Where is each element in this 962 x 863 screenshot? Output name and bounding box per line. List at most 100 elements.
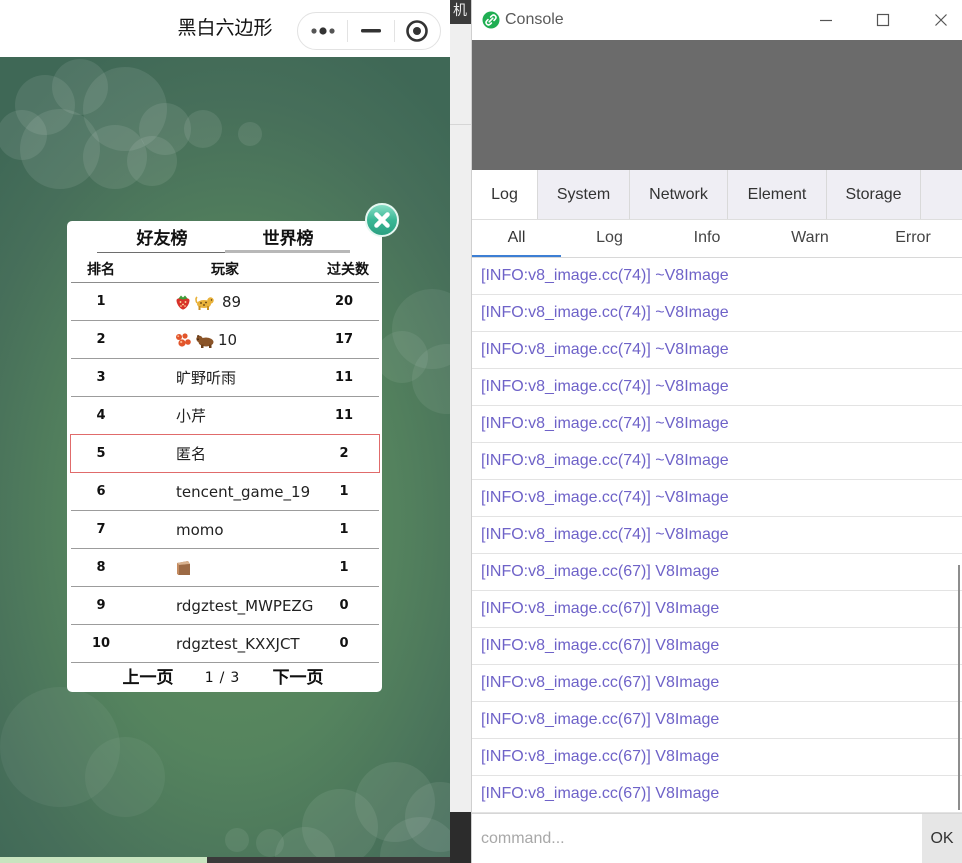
leaderboard-row: 6 tencent_game_19 1 bbox=[71, 473, 379, 511]
player-cell: 旷野听雨 bbox=[174, 359, 236, 396]
game-titlebar: 黑白六边形 bbox=[0, 0, 450, 57]
log-filter-log[interactable]: Log bbox=[561, 220, 658, 257]
leaderboard-header: 排名 玩家 过关数 bbox=[67, 258, 382, 282]
prev-page-button[interactable]: 上一页 bbox=[103, 663, 193, 693]
score-cell: 1 bbox=[339, 484, 349, 499]
window-maximize-icon[interactable] bbox=[876, 13, 890, 27]
leaderboard-row: 3 旷野听雨 11 bbox=[71, 359, 379, 397]
log-list[interactable]: [INFO:v8_image.cc(74)] ~V8Image [INFO:v8_… bbox=[472, 258, 962, 813]
link-icon bbox=[482, 11, 500, 29]
cloud-right bbox=[376, 289, 450, 414]
log-filter-info[interactable]: Info bbox=[658, 220, 756, 257]
page-indicator: 1 / 3 bbox=[182, 663, 262, 693]
player-cell: rdgztest_KXXJCT bbox=[174, 625, 300, 662]
log-entry: [INFO:v8_image.cc(67)] V8Image bbox=[472, 739, 962, 776]
console-title: Console bbox=[505, 11, 564, 28]
tab-world-ranking[interactable]: 世界榜 bbox=[225, 227, 351, 251]
window-minimize-icon[interactable] bbox=[819, 13, 833, 27]
minimize-icon bbox=[360, 29, 381, 33]
bear-icon bbox=[196, 334, 214, 348]
cloud-bottom-left bbox=[0, 687, 165, 817]
leaderboard-row: 81 bbox=[71, 549, 379, 587]
log-entry: [INFO:v8_image.cc(67)] V8Image bbox=[472, 591, 962, 628]
header-player: 玩家 bbox=[211, 262, 239, 278]
player-cell: rdgztest_MWPEZG bbox=[174, 587, 313, 624]
command-input[interactable] bbox=[472, 814, 922, 863]
player-cell: 89 bbox=[174, 283, 241, 320]
score-cell: 0 bbox=[339, 636, 349, 651]
page-separator: / bbox=[219, 670, 225, 686]
log-entry: [INFO:v8_image.cc(74)] ~V8Image bbox=[472, 369, 962, 406]
header-rank: 排名 bbox=[87, 262, 115, 278]
leaderboard-row: 7 momo 1 bbox=[71, 511, 379, 549]
rank-cell: 1 bbox=[96, 294, 106, 309]
taskbar-strip-left bbox=[0, 857, 207, 863]
log-entry: [INFO:v8_image.cc(67)] V8Image bbox=[472, 554, 962, 591]
rank-cell: 6 bbox=[96, 484, 106, 499]
console-tab-network[interactable]: Network bbox=[630, 170, 728, 219]
window-close-icon[interactable] bbox=[934, 13, 948, 27]
leaderboard-row: 9 rdgztest_MWPEZG 0 bbox=[71, 587, 379, 625]
background-window-divider bbox=[450, 124, 471, 125]
rank-cell: 7 bbox=[96, 522, 106, 537]
more-button[interactable] bbox=[298, 13, 347, 49]
berries-icon bbox=[176, 332, 191, 347]
console-tab-element[interactable]: Element bbox=[728, 170, 827, 219]
score-cell: 11 bbox=[334, 408, 354, 423]
player-cell: 小芹 bbox=[174, 397, 206, 434]
pagination: 上一页 1 / 3 下一页 bbox=[67, 663, 382, 693]
taskbar-strip-right bbox=[207, 857, 450, 863]
rank-cell: 5 bbox=[96, 446, 106, 461]
log-entry: [INFO:v8_image.cc(74)] ~V8Image bbox=[472, 517, 962, 554]
console-tab-storage[interactable]: Storage bbox=[827, 170, 921, 219]
log-entry: [INFO:v8_image.cc(74)] ~V8Image bbox=[472, 406, 962, 443]
more-dots-icon bbox=[311, 27, 335, 35]
capsule-menu bbox=[297, 12, 441, 50]
leaderboard-row: 4 小芹 11 bbox=[71, 397, 379, 435]
log-filter-error[interactable]: Error bbox=[864, 220, 962, 257]
rank-cell: 2 bbox=[96, 332, 106, 347]
tab-friends-ranking[interactable]: 好友榜 bbox=[99, 227, 225, 251]
background-window: 机 bbox=[450, 0, 471, 863]
console-tab-log[interactable]: Log bbox=[472, 170, 538, 219]
player-cell: 10 bbox=[174, 321, 237, 358]
next-page-button[interactable]: 下一页 bbox=[253, 663, 343, 693]
log-filter-all[interactable]: All bbox=[472, 220, 561, 257]
background-window-title-fragment: 机 bbox=[453, 3, 467, 19]
leaderboard-dialog: 好友榜 世界榜 排名 玩家 过关数 1 89 20 2 10 17 3 旷野听雨 11 4 小芹 11… bbox=[67, 221, 382, 692]
command-ok-button[interactable]: OK bbox=[922, 814, 962, 863]
strawberry-icon bbox=[174, 293, 192, 311]
log-scrollbar[interactable] bbox=[958, 565, 960, 810]
player-cell: momo bbox=[174, 511, 224, 548]
player-name: rdgztest_MWPEZG bbox=[176, 596, 314, 615]
console-tab-bar: Log System Network Element Storage bbox=[472, 170, 962, 220]
player-name: 旷野听雨 bbox=[176, 369, 237, 387]
cloud-top-left bbox=[0, 59, 262, 189]
minimize-button[interactable] bbox=[348, 13, 393, 49]
header-score: 过关数 bbox=[327, 262, 369, 278]
rank-cell: 9 bbox=[96, 598, 106, 613]
rank-cell: 3 bbox=[96, 370, 106, 385]
player-cell: 匿名 bbox=[174, 435, 206, 472]
log-entry: [INFO:v8_image.cc(67)] V8Image bbox=[472, 702, 962, 739]
berries-icon bbox=[174, 331, 192, 349]
player-name: 匿名 bbox=[176, 445, 207, 463]
console-preview-panel bbox=[472, 40, 962, 170]
leaderboard-row-current-player: 5 匿名 2 bbox=[70, 434, 380, 473]
log-entry: [INFO:v8_image.cc(67)] V8Image bbox=[472, 776, 962, 813]
score-cell: 17 bbox=[334, 332, 354, 347]
box-icon bbox=[177, 560, 190, 575]
rank-cell: 8 bbox=[96, 560, 106, 575]
leaderboard-close-button[interactable] bbox=[364, 202, 400, 238]
score-cell: 11 bbox=[334, 370, 354, 385]
game-window: 黑白六边形 好友榜 世界榜 排名 玩家 过关数 1 89 20 2 10 17 … bbox=[0, 0, 450, 857]
exit-button[interactable] bbox=[395, 13, 440, 49]
rank-cell: 10 bbox=[91, 636, 111, 651]
log-filter-warn[interactable]: Warn bbox=[756, 220, 864, 257]
current-page: 1 bbox=[204, 670, 214, 686]
player-name: momo bbox=[176, 520, 224, 539]
console-tab-system[interactable]: System bbox=[538, 170, 630, 219]
log-entry: [INFO:v8_image.cc(67)] V8Image bbox=[472, 628, 962, 665]
background-window-footer bbox=[450, 812, 471, 863]
log-filter-bar: All Log Info Warn Error bbox=[472, 220, 962, 258]
